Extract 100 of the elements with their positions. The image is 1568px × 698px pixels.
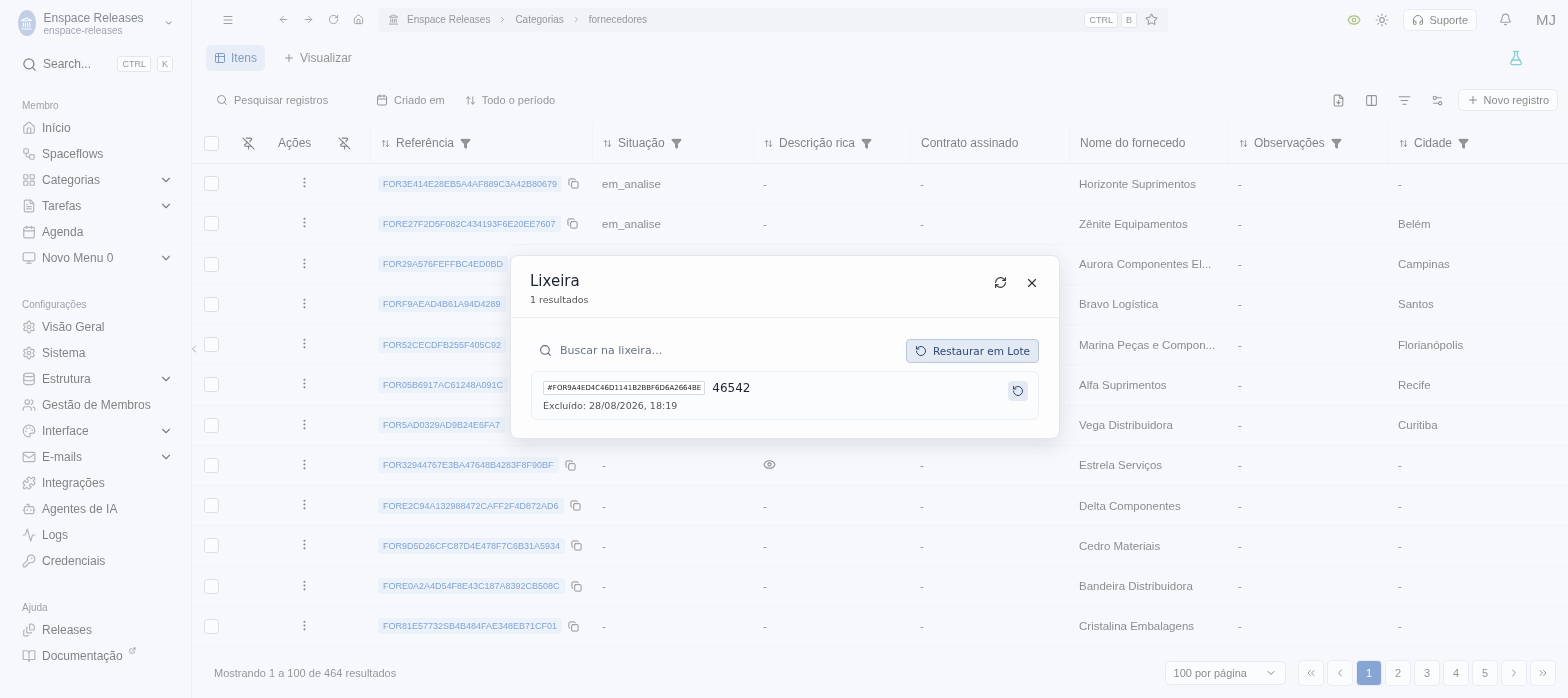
filter-list-icon[interactable] bbox=[1397, 93, 1411, 107]
flask-icon[interactable] bbox=[1508, 49, 1524, 66]
sort-icon[interactable] bbox=[603, 138, 612, 148]
previous-page-button[interactable] bbox=[1327, 659, 1353, 686]
page-button[interactable]: 3 bbox=[1414, 659, 1440, 686]
per-page-select[interactable]: 100 por página bbox=[1164, 660, 1286, 685]
filter-icon[interactable] bbox=[1458, 137, 1470, 149]
column-header[interactable]: Situação bbox=[618, 136, 665, 151]
batch-restore-button[interactable]: Restaurar em Lote bbox=[905, 338, 1039, 363]
sidebar-item[interactable]: E-mails bbox=[22, 444, 173, 470]
checkbox[interactable] bbox=[204, 538, 219, 554]
page-button[interactable]: 2 bbox=[1385, 659, 1411, 686]
column-header[interactable]: Contrato assinado bbox=[921, 136, 1019, 151]
support-button[interactable]: Suporte bbox=[1403, 8, 1477, 31]
page-button[interactable]: 5 bbox=[1472, 659, 1498, 686]
column-header[interactable]: Observações bbox=[1254, 136, 1325, 151]
pin-off-icon[interactable] bbox=[338, 136, 351, 150]
filter-icon[interactable] bbox=[1330, 137, 1342, 149]
checkbox[interactable] bbox=[204, 377, 219, 393]
sidebar-item[interactable]: Releases bbox=[22, 617, 173, 643]
last-page-button[interactable] bbox=[1530, 659, 1556, 686]
copy-icon[interactable] bbox=[568, 620, 580, 632]
breadcrumb-link[interactable]: Enspace Releases bbox=[407, 14, 491, 26]
eye-icon[interactable] bbox=[1347, 12, 1362, 27]
sort-icon[interactable] bbox=[1399, 138, 1408, 148]
sort-icon[interactable] bbox=[381, 138, 390, 148]
sidebar-item[interactable]: Categorias bbox=[22, 167, 173, 193]
copy-icon[interactable] bbox=[571, 540, 583, 552]
sidebar-item[interactable]: Estrutura bbox=[22, 366, 173, 392]
tab[interactable]: Visualizar bbox=[275, 44, 360, 71]
search-field[interactable]: Pesquisar registros bbox=[216, 94, 356, 107]
reference-link[interactable]: FOR5AD0329AD9B24E6FA7 bbox=[378, 417, 506, 434]
tab[interactable]: Itens bbox=[206, 44, 265, 71]
sort-icon[interactable] bbox=[1239, 138, 1248, 148]
checkbox[interactable] bbox=[204, 337, 219, 353]
filter-icon[interactable] bbox=[670, 137, 682, 149]
forward-icon[interactable] bbox=[303, 14, 314, 26]
checkbox[interactable] bbox=[204, 498, 219, 514]
checkbox[interactable] bbox=[204, 135, 219, 151]
checkbox[interactable] bbox=[204, 578, 219, 594]
search-field[interactable]: Search... CTRL K bbox=[22, 56, 173, 72]
period-filter[interactable]: Todo o período bbox=[464, 94, 556, 107]
copy-icon[interactable] bbox=[568, 178, 580, 190]
copy-icon[interactable] bbox=[569, 500, 581, 512]
sidebar-item[interactable]: Logs bbox=[22, 522, 173, 548]
user-avatar[interactable]: MJ bbox=[1536, 11, 1556, 29]
sidebar-item[interactable]: Visão Geral bbox=[22, 314, 173, 340]
column-header[interactable]: Cidade bbox=[1414, 136, 1453, 151]
star-icon[interactable] bbox=[1145, 13, 1158, 27]
date-filter[interactable]: Criado em bbox=[376, 94, 445, 107]
reference-link[interactable]: FOR9D5D26CFC87D4E478F7C6B31A5934 bbox=[378, 537, 566, 554]
reference-link[interactable]: FORF9AEAD4B61A94D4289 bbox=[378, 296, 506, 313]
copy-icon[interactable] bbox=[566, 218, 578, 230]
sort-icon[interactable] bbox=[764, 138, 773, 148]
checkbox[interactable] bbox=[204, 296, 219, 312]
sun-icon[interactable] bbox=[1375, 12, 1390, 27]
reference-link[interactable]: FORE2C94A132988472CAFF2F4D872AD6 bbox=[378, 497, 564, 514]
sidebar-item[interactable]: Integrações bbox=[22, 470, 173, 496]
sidebar-item[interactable]: Início bbox=[22, 115, 173, 141]
sidebar-item[interactable]: Agentes de IA bbox=[22, 496, 173, 522]
menu-icon[interactable] bbox=[222, 13, 234, 26]
checkbox[interactable] bbox=[204, 618, 219, 634]
page-button[interactable]: 4 bbox=[1443, 659, 1469, 686]
sidebar-item[interactable]: Documentação bbox=[22, 643, 173, 669]
export-icon[interactable] bbox=[1331, 93, 1345, 107]
checkbox[interactable] bbox=[204, 256, 219, 272]
sidebar-item[interactable]: Interface bbox=[22, 418, 173, 444]
breadcrumb-link[interactable]: fornecedores bbox=[588, 14, 648, 26]
sidebar-item[interactable]: Tarefas bbox=[22, 193, 173, 219]
eye-icon[interactable] bbox=[763, 457, 776, 471]
copy-icon[interactable] bbox=[570, 580, 582, 592]
copy-icon[interactable] bbox=[564, 459, 576, 471]
reference-link[interactable]: FOR52CECDFB255F405C92 bbox=[378, 336, 507, 353]
pin-off-icon[interactable] bbox=[242, 136, 255, 150]
sidebar-item[interactable]: Sistema bbox=[22, 340, 173, 366]
refresh-button[interactable] bbox=[992, 274, 1009, 291]
column-header[interactable]: Nome do fornecedo bbox=[1080, 136, 1186, 151]
columns-icon[interactable] bbox=[1364, 93, 1378, 107]
back-icon[interactable] bbox=[278, 14, 289, 26]
first-page-button[interactable] bbox=[1298, 659, 1324, 686]
sidebar-item[interactable]: Novo Menu 0 bbox=[22, 245, 173, 271]
sidebar-item[interactable]: Agenda bbox=[22, 219, 173, 245]
column-header[interactable]: Referência bbox=[396, 136, 455, 151]
reference-link[interactable]: FOR32944767E3BA47648B4283F8F90BF bbox=[378, 457, 559, 474]
reference-link[interactable]: FOR81E57732SB4B484FAE348EB71CF01 bbox=[378, 618, 563, 635]
sidebar-item[interactable]: Gestão de Membros bbox=[22, 392, 173, 418]
new-record-button[interactable]: Novo registro bbox=[1457, 89, 1558, 112]
sidebar-item[interactable]: Spaceflows bbox=[22, 141, 173, 167]
page-button[interactable]: 1 bbox=[1356, 659, 1382, 686]
checkbox[interactable] bbox=[204, 216, 219, 232]
reference-link[interactable]: FOR29A576FEFFBC4ED0BD bbox=[378, 256, 509, 273]
filter-icon[interactable] bbox=[861, 137, 873, 149]
house-icon[interactable] bbox=[353, 14, 364, 26]
settings-icon[interactable] bbox=[1430, 93, 1444, 107]
reference-link[interactable]: FORE0A2A4D54F8E43C187A8392CB508C bbox=[378, 578, 565, 595]
sidebar-item[interactable]: Credenciais bbox=[22, 548, 173, 574]
filter-icon[interactable] bbox=[460, 137, 472, 149]
checkbox[interactable] bbox=[204, 457, 219, 473]
reload-icon[interactable] bbox=[328, 14, 339, 26]
bell-icon[interactable] bbox=[1499, 13, 1512, 27]
